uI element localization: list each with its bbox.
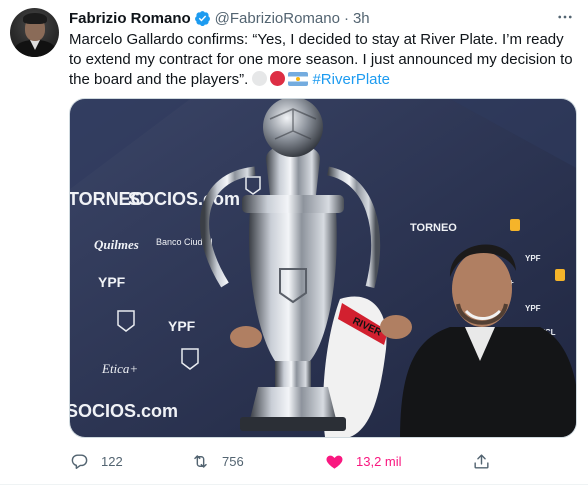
reply-count: 122 [101, 453, 123, 469]
author-handle[interactable]: @FabrizioRomano [215, 10, 340, 27]
backdrop-socios-text: SOCIOS.com [128, 189, 240, 209]
more-horizontal-icon [558, 15, 572, 19]
argentina-flag-icon [288, 72, 309, 86]
more-options-button[interactable] [554, 6, 576, 28]
author-name[interactable]: Fabrizio Romano [69, 10, 191, 27]
reply-icon [71, 453, 88, 469]
retweet-icon [194, 454, 207, 468]
tweet-card[interactable]: Fabrizio Romano @FabrizioRomano · 3h Mar… [0, 0, 588, 485]
separator-dot: · [343, 9, 349, 27]
retweet-button[interactable]: 756 [191, 444, 244, 478]
svg-text:YPF: YPF [525, 254, 541, 263]
backdrop-etica-text: Etica+ [101, 361, 138, 376]
backdrop-torneo-text: TORNEO [410, 222, 457, 234]
tweet-timestamp[interactable]: 3h [353, 10, 370, 27]
heart-icon [326, 455, 343, 469]
backdrop-socios-text: SOCIOS.com [70, 401, 178, 421]
share-button[interactable] [472, 444, 491, 478]
reply-button[interactable]: 122 [70, 444, 123, 478]
trophy-photo: TORNEO SOCIOS.com Quilmes Banco Ciudad Y… [70, 99, 576, 437]
svg-text:YPF: YPF [525, 304, 541, 313]
backdrop-quilmes-text: Quilmes [94, 237, 139, 252]
verified-badge-icon [194, 10, 210, 26]
tweet-actions: 122 756 13,2 mil [62, 444, 502, 478]
avatar[interactable] [10, 8, 59, 57]
retweet-count: 756 [222, 453, 244, 469]
red-circle-emoji-icon [270, 71, 286, 86]
hashtag-link[interactable]: #RiverPlate [312, 71, 390, 88]
backdrop-ypf-text: YPF [168, 318, 196, 334]
backdrop-ypf-text: YPF [98, 274, 126, 290]
like-count: 13,2 mil [356, 453, 402, 469]
share-icon [474, 453, 489, 469]
tweet-text: Marcelo Gallardo confirms: “Yes, I decid… [69, 30, 579, 90]
like-button[interactable]: 13,2 mil [325, 444, 402, 478]
white-circle-emoji-icon [252, 71, 268, 86]
tweet-header: Fabrizio Romano @FabrizioRomano · 3h [69, 8, 576, 28]
tweet-photo[interactable]: TORNEO SOCIOS.com Quilmes Banco Ciudad Y… [69, 98, 577, 438]
